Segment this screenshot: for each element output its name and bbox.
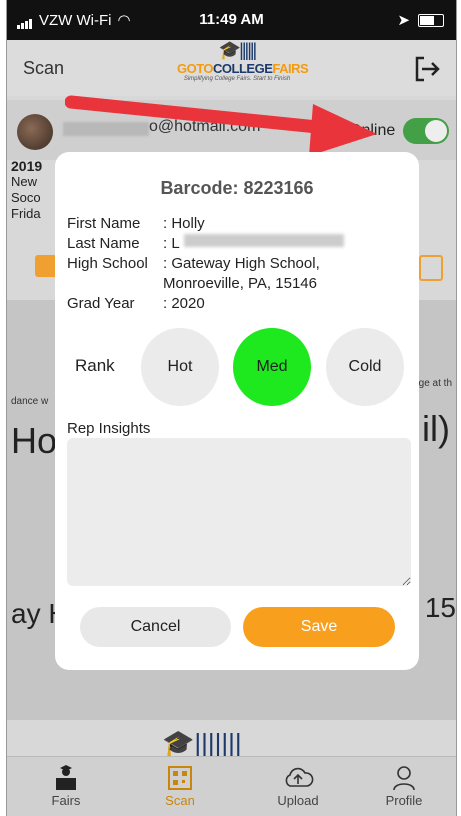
tab-fairs[interactable]: Fairs xyxy=(21,763,111,808)
last-name-redacted xyxy=(183,234,344,247)
rank-cold-button[interactable]: Cold xyxy=(326,328,404,406)
graduation-cap-barcode-icon: 🎓|||||| xyxy=(218,40,257,60)
rank-label: Rank xyxy=(75,356,115,375)
phone-screen: VZW Wi-Fi ◠ 11:49 AM ➤ Scan 🎓|||||| GOTO… xyxy=(6,0,457,816)
rep-insights-input[interactable] xyxy=(67,438,411,586)
tab-profile[interactable]: Profile xyxy=(359,763,449,808)
last-name-row: Last Name : L xyxy=(67,234,344,254)
online-toggle[interactable] xyxy=(403,118,449,144)
rank-hot-button[interactable]: Hot xyxy=(141,328,219,406)
battery-icon xyxy=(418,13,444,27)
logo-tagline: Simplifying College Fairs. Start to Fini… xyxy=(183,76,291,82)
rep-insights-label: Rep Insights xyxy=(67,420,151,437)
status-bar: VZW Wi-Fi ◠ 11:49 AM ➤ xyxy=(7,0,456,40)
clock: 11:49 AM xyxy=(199,11,264,28)
location-icon: ➤ xyxy=(397,12,410,29)
tab-bar: Fairs Scan Upload Profile xyxy=(7,756,456,816)
student-info: First Name : Holly Last Name : L High Sc… xyxy=(67,214,344,314)
upload-icon xyxy=(253,763,343,793)
logo-text-fairs: FAIRS xyxy=(272,61,309,76)
fair-action-button[interactable] xyxy=(35,255,57,277)
rank-med-button[interactable]: Med xyxy=(233,328,311,406)
scan-icon xyxy=(135,763,225,793)
fairs-icon xyxy=(21,763,111,793)
scan-result-dialog: Barcode: 8223166 First Name : Holly Last… xyxy=(55,152,419,670)
first-name-row: First Name : Holly xyxy=(67,215,205,232)
app-logo: 🎓|||||| GOTOCOLLEGEFAIRS Simplifying Col… xyxy=(177,40,309,82)
profile-icon xyxy=(359,763,449,793)
logo-text-college: COLLEGE xyxy=(213,61,273,76)
save-button[interactable]: Save xyxy=(243,607,395,647)
barcode-title: Barcode: 8223166 xyxy=(160,178,314,198)
logo-text-goto: GOTO xyxy=(177,61,214,76)
logout-icon[interactable] xyxy=(412,54,442,90)
tab-scan[interactable]: Scan xyxy=(135,763,225,808)
fair-summary: 2019 New Soco Frida xyxy=(11,158,43,221)
page-title: Scan xyxy=(23,58,65,78)
high-school-row: High School : Gateway High School, Monro… xyxy=(67,255,320,292)
tab-upload[interactable]: Upload xyxy=(253,763,343,808)
annotation-arrow-icon xyxy=(65,95,377,156)
cancel-button[interactable]: Cancel xyxy=(80,607,231,647)
grad-year-row: Grad Year : 2020 xyxy=(67,295,205,312)
preview-barcode-icon: 🎓||||||| xyxy=(162,728,242,758)
fair-secondary-button[interactable] xyxy=(419,255,443,281)
app-header: Scan 🎓|||||| GOTOCOLLEGEFAIRS Simplifyin… xyxy=(7,40,456,96)
avatar xyxy=(17,114,53,150)
